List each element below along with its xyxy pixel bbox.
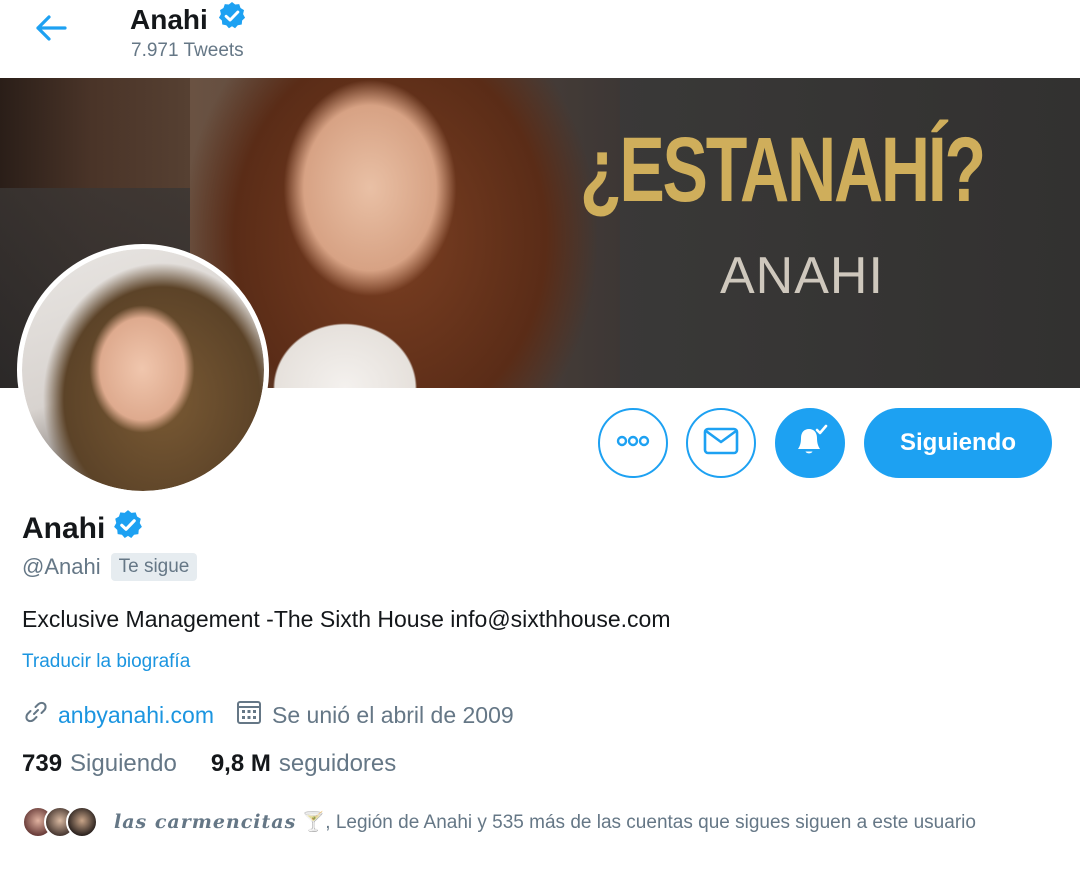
profile-name: Anahi bbox=[22, 508, 145, 550]
profile-bio: Exclusive Management -The Sixth House in… bbox=[22, 606, 671, 632]
mutual-avatars bbox=[22, 806, 100, 838]
mutual-avatar bbox=[66, 806, 98, 838]
verified-badge-icon bbox=[216, 0, 248, 39]
follow-stats: 739 Siguiendo 9,8 M seguidores bbox=[22, 750, 396, 778]
more-dots-icon bbox=[616, 434, 650, 452]
website-link[interactable]: anbyanahi.com bbox=[58, 702, 214, 729]
profile-meta: anbyanahi.com Se unió el abril de 2009 bbox=[22, 698, 514, 732]
banner-subtitle: ANAHI bbox=[720, 247, 884, 305]
header-title: Anahi bbox=[130, 0, 248, 39]
verified-badge-icon bbox=[111, 508, 145, 550]
tweet-count: 7.971 Tweets bbox=[131, 40, 244, 61]
followers-stat[interactable]: 9,8 M seguidores bbox=[211, 750, 396, 778]
followers-you-know[interactable]: las carmencitas 🍸, Legión de Anahi y 535… bbox=[22, 806, 1062, 839]
back-arrow-icon[interactable] bbox=[26, 6, 74, 50]
following-label: Siguiendo bbox=[70, 750, 177, 777]
translate-bio-link[interactable]: Traducir la biografía bbox=[22, 651, 190, 673]
profile-handle: @Anahi bbox=[22, 554, 101, 579]
joined-text: Se unió el abril de 2009 bbox=[272, 701, 514, 728]
message-button[interactable] bbox=[686, 408, 756, 478]
calendar-icon bbox=[236, 699, 262, 731]
header-name: Anahi bbox=[130, 3, 208, 35]
followers-label: seguidores bbox=[278, 750, 397, 777]
link-icon bbox=[22, 698, 50, 732]
bell-check-icon bbox=[790, 421, 830, 466]
followers-count: 9,8 M bbox=[210, 750, 271, 777]
mutual-account-name: las carmencitas bbox=[114, 811, 297, 833]
profile-name-text: Anahi bbox=[22, 512, 106, 545]
mutual-followers-rest: , Legión de Anahi y 535 más de las cuent… bbox=[325, 812, 976, 833]
following-stat[interactable]: 739 Siguiendo bbox=[22, 750, 177, 778]
following-button[interactable]: Siguiendo bbox=[864, 408, 1052, 478]
envelope-icon bbox=[703, 427, 739, 460]
banner-photo-detail bbox=[245, 268, 445, 388]
profile-header-bar: Anahi 7.971 Tweets bbox=[0, 0, 1080, 78]
handle-row: @Anahi Te sigue bbox=[22, 553, 198, 581]
notifications-button[interactable] bbox=[775, 408, 845, 478]
following-count: 739 bbox=[22, 750, 63, 777]
more-options-button[interactable] bbox=[598, 408, 668, 478]
joined-date: Se unió el abril de 2009 bbox=[236, 699, 514, 731]
avatar[interactable] bbox=[17, 244, 269, 496]
avatar-photo bbox=[22, 249, 264, 491]
cocktail-emoji-icon: 🍸 bbox=[301, 812, 326, 833]
banner-title: ¿ESTANAHÍ? bbox=[580, 119, 986, 221]
follows-you-badge: Te sigue bbox=[110, 553, 198, 581]
followers-you-know-text: las carmencitas 🍸, Legión de Anahi y 535… bbox=[114, 806, 1034, 839]
